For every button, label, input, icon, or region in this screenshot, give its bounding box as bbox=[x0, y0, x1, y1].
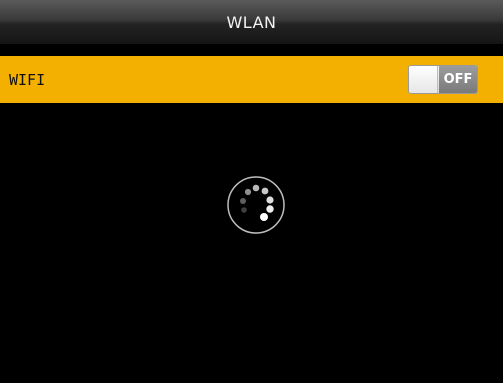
wifi-label: WIFI bbox=[9, 70, 46, 89]
loading-spinner-icon bbox=[227, 176, 285, 234]
wifi-toggle[interactable]: OFF bbox=[408, 65, 478, 94]
wifi-setting-row[interactable]: WIFI OFF bbox=[0, 56, 503, 103]
title-bar: WLAN bbox=[0, 0, 503, 45]
page-title: WLAN bbox=[226, 12, 277, 32]
toggle-knob bbox=[409, 66, 438, 93]
toggle-state-label: OFF bbox=[439, 66, 477, 93]
wlan-screen: WLAN WIFI OFF bbox=[0, 0, 503, 383]
